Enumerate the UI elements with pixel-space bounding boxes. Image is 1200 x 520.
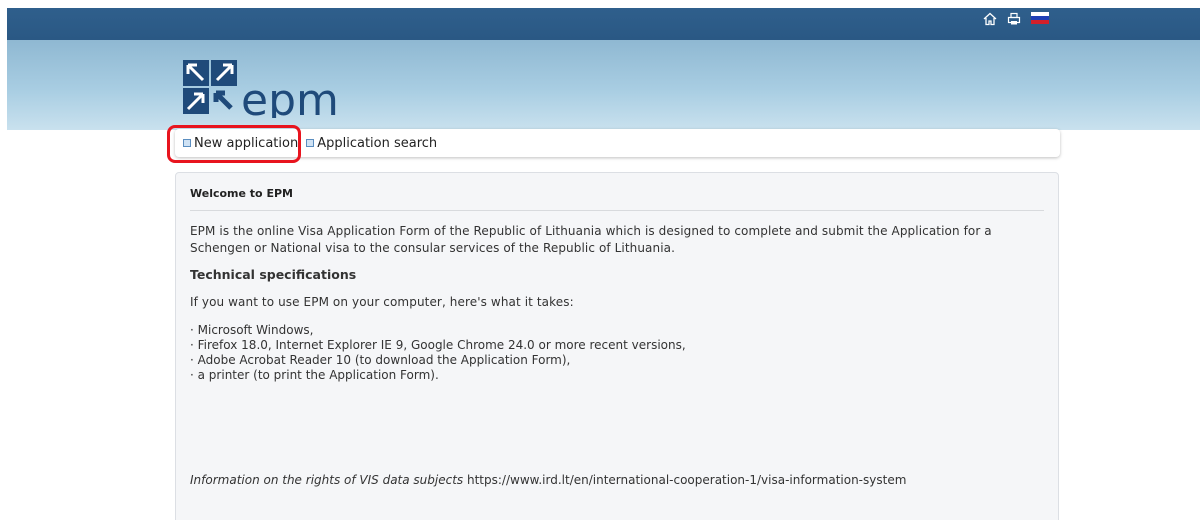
nav-application-search-label: Application search <box>317 135 438 151</box>
panel-title: Welcome to EPM <box>190 187 1044 211</box>
vis-url[interactable]: https://www.ird.lt/en/international-coop… <box>467 473 906 487</box>
home-icon[interactable] <box>983 11 999 26</box>
vis-label: Information on the rights of VIS data su… <box>190 473 464 487</box>
print-icon[interactable] <box>1007 11 1023 25</box>
list-item: Adobe Acrobat Reader 10 (to download the… <box>190 353 1044 368</box>
flag-stripe <box>1031 20 1049 24</box>
main-nav: New application Application search <box>175 129 1060 157</box>
list-item: Microsoft Windows, <box>190 323 1044 338</box>
requirements-list: Microsoft Windows, Firefox 18.0, Interne… <box>190 323 1044 383</box>
tech-intro: If you want to use EPM on your computer,… <box>190 295 574 309</box>
vis-info: Information on the rights of VIS data su… <box>190 473 906 487</box>
nav-new-application-label: New application <box>194 135 299 151</box>
tech-heading: Technical specifications <box>190 267 357 282</box>
top-bar-icons <box>983 11 1049 26</box>
nav-application-search[interactable]: Application search <box>306 136 437 151</box>
list-item: a printer (to print the Application Form… <box>190 368 1044 383</box>
epm-logo[interactable]: epm <box>183 60 373 126</box>
intro-text: EPM is the online Visa Application Form … <box>190 224 992 255</box>
document-icon <box>306 139 315 147</box>
language-flag-icon[interactable] <box>1031 12 1049 24</box>
logo-text: epm <box>241 75 339 118</box>
nav-new-application[interactable]: New application <box>183 136 298 151</box>
list-item: Firefox 18.0, Internet Explorer IE 9, Go… <box>190 338 1044 353</box>
welcome-panel: Welcome to EPM EPM is the online Visa Ap… <box>175 172 1059 520</box>
top-bar <box>7 8 1200 40</box>
document-icon <box>183 139 191 147</box>
